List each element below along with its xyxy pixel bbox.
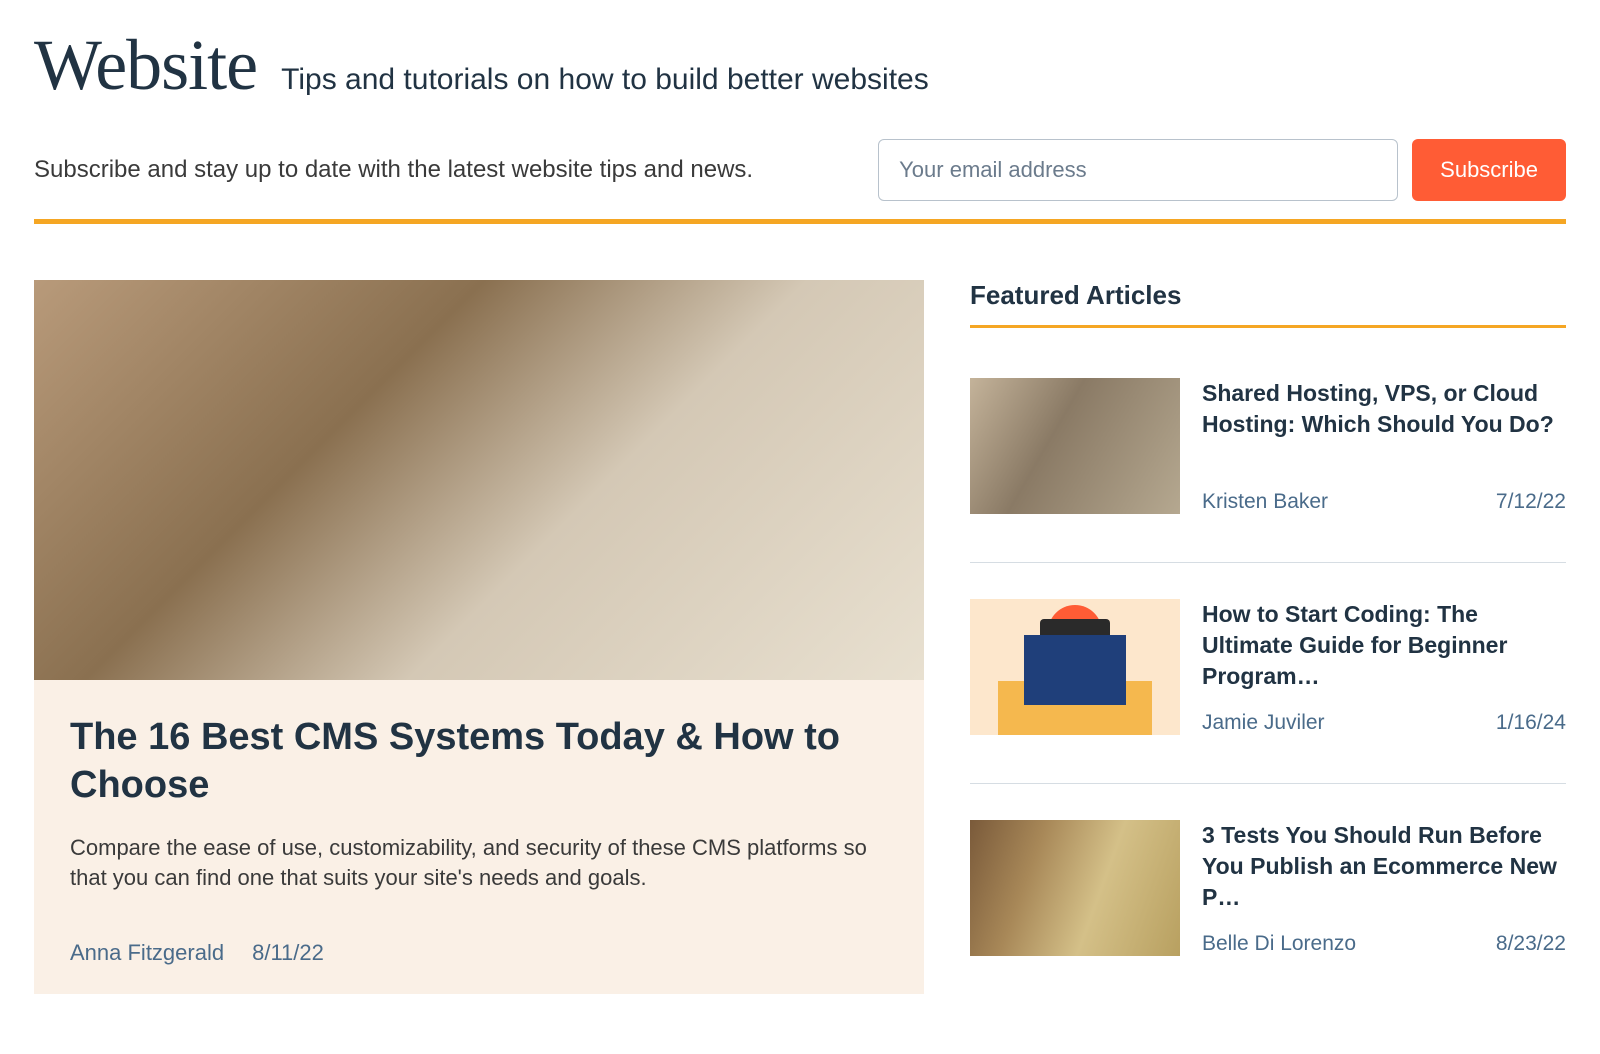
subscribe-form: Subscribe	[878, 139, 1566, 201]
featured-author[interactable]: Jamie Juviler	[1202, 711, 1325, 735]
featured-item[interactable]: 3 Tests You Should Run Before You Publis…	[970, 820, 1566, 956]
hero-image	[34, 280, 924, 680]
featured-author[interactable]: Kristen Baker	[1202, 490, 1328, 514]
featured-thumbnail	[970, 599, 1180, 735]
featured-heading: Featured Articles	[970, 280, 1566, 328]
featured-date: 1/16/24	[1496, 711, 1566, 735]
featured-title: 3 Tests You Should Run Before You Publis…	[1202, 820, 1566, 913]
page-header: Website Tips and tutorials on how to bui…	[34, 24, 1566, 107]
hero-article[interactable]: The 16 Best CMS Systems Today & How to C…	[34, 280, 924, 994]
hero-meta: Anna Fitzgerald 8/11/22	[70, 940, 888, 966]
featured-body: Shared Hosting, VPS, or Cloud Hosting: W…	[1202, 378, 1566, 514]
subscribe-text: Subscribe and stay up to date with the l…	[34, 156, 753, 184]
featured-title: How to Start Coding: The Ultimate Guide …	[1202, 599, 1566, 692]
featured-thumbnail	[970, 820, 1180, 956]
divider	[34, 219, 1566, 224]
featured-thumbnail	[970, 378, 1180, 514]
email-field[interactable]	[878, 139, 1398, 201]
featured-item[interactable]: Shared Hosting, VPS, or Cloud Hosting: W…	[970, 378, 1566, 563]
featured-sidebar: Featured Articles Shared Hosting, VPS, o…	[970, 280, 1566, 994]
subscribe-row: Subscribe and stay up to date with the l…	[34, 139, 1566, 201]
hero-title: The 16 Best CMS Systems Today & How to C…	[70, 714, 888, 809]
hero-author[interactable]: Anna Fitzgerald	[70, 940, 224, 966]
featured-meta: Jamie Juviler 1/16/24	[1202, 711, 1566, 735]
featured-date: 7/12/22	[1496, 490, 1566, 514]
featured-author[interactable]: Belle Di Lorenzo	[1202, 932, 1356, 956]
featured-meta: Belle Di Lorenzo 8/23/22	[1202, 932, 1566, 956]
site-title: Website	[34, 24, 257, 107]
featured-body: 3 Tests You Should Run Before You Publis…	[1202, 820, 1566, 956]
hero-body: The 16 Best CMS Systems Today & How to C…	[34, 680, 924, 994]
hero-description: Compare the ease of use, customizability…	[70, 833, 888, 892]
featured-title: Shared Hosting, VPS, or Cloud Hosting: W…	[1202, 378, 1566, 440]
hero-date: 8/11/22	[252, 940, 324, 966]
featured-date: 8/23/22	[1496, 932, 1566, 956]
content: The 16 Best CMS Systems Today & How to C…	[34, 280, 1566, 994]
featured-meta: Kristen Baker 7/12/22	[1202, 490, 1566, 514]
subscribe-button[interactable]: Subscribe	[1412, 139, 1566, 201]
tagline: Tips and tutorials on how to build bette…	[281, 63, 929, 97]
featured-item[interactable]: How to Start Coding: The Ultimate Guide …	[970, 599, 1566, 784]
featured-body: How to Start Coding: The Ultimate Guide …	[1202, 599, 1566, 735]
